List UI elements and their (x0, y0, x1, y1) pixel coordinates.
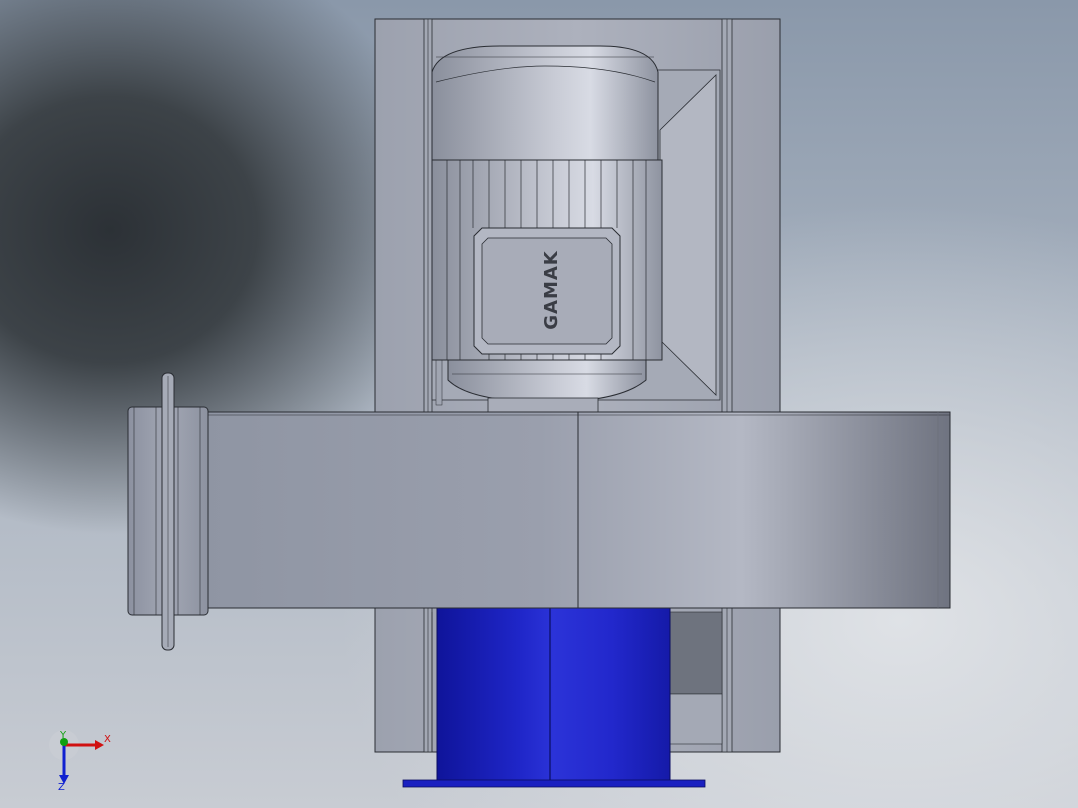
fan-housing[interactable] (204, 411, 951, 609)
electric-motor[interactable]: GAMAK (431, 45, 663, 413)
z-axis-label: Z (58, 782, 65, 793)
fan-assembly-model[interactable]: GAMAK X Y Z (0, 0, 1078, 808)
outlet-flange[interactable] (402, 779, 706, 788)
motor-nameplate-text: GAMAK (541, 250, 562, 330)
inlet-flange[interactable] (127, 372, 209, 651)
cad-graphics-viewport[interactable]: GAMAK X Y Z (0, 0, 1078, 808)
terminal-box[interactable]: GAMAK (473, 227, 621, 355)
coordinate-triad: X Y Z (49, 730, 111, 793)
outlet-duct[interactable] (402, 605, 706, 788)
y-axis-label: Y (59, 730, 67, 741)
x-axis-label: X (104, 734, 111, 745)
